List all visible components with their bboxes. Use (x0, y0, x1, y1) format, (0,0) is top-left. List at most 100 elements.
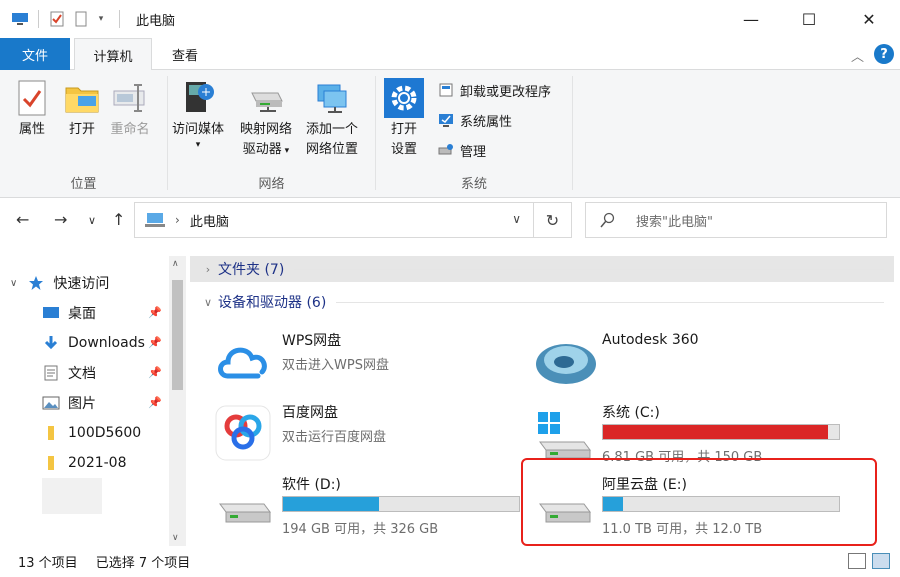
map-drive-label-1: 映射网络 (240, 122, 293, 137)
selected-count: 已选择 7 个项目 (95, 556, 191, 571)
blurred-item (42, 478, 102, 514)
system-properties-icon (436, 110, 456, 130)
tile-name: 软件 (D:) (282, 477, 341, 493)
tab-file[interactable]: 文件 (0, 38, 70, 70)
folder-icon (42, 455, 60, 471)
system-properties-button[interactable]: 系统属性 (436, 108, 512, 132)
maximize-button[interactable]: ☐ (780, 0, 838, 38)
add-location-label-2: 网络位置 (306, 142, 359, 157)
nav-item-label: 图片 (68, 396, 96, 412)
quick-access-dropdown-icon[interactable]: ▾ (91, 9, 111, 29)
address-dropdown-icon[interactable]: ∨ (512, 212, 521, 226)
properties-button[interactable]: 属性 (12, 76, 52, 140)
download-icon (42, 335, 60, 351)
document-icon (42, 365, 60, 381)
pin-icon[interactable]: 📌 (148, 336, 162, 349)
item-count: 13 个项目 (18, 556, 78, 571)
collapse-chevron-icon[interactable]: › (198, 263, 218, 276)
group-header-devices[interactable]: ∨ 设备和驱动器 (6) (190, 289, 894, 315)
map-drive-dropdown-icon: ▾ (281, 146, 290, 156)
address-bar[interactable]: › 此电脑 ∨ (134, 202, 534, 238)
system-drive-icon (534, 404, 592, 462)
tile-wps-drive[interactable]: WPS网盘 双击进入WPS网盘 (190, 326, 500, 396)
ribbon-separator-3 (572, 76, 573, 190)
details-view-icon[interactable] (848, 553, 866, 569)
nav-item-downloads[interactable]: Downloads (42, 328, 145, 358)
recent-locations-icon[interactable]: ∨ (88, 214, 96, 227)
network-location-icon (312, 76, 352, 120)
open-settings-button[interactable]: 打开 设置 (384, 76, 424, 160)
map-drive-icon (246, 76, 286, 120)
group-location-label: 位置 (70, 177, 97, 192)
tab-view[interactable]: 查看 (156, 38, 214, 70)
search-box[interactable]: 搜索"此电脑" (585, 202, 887, 238)
nav-item-label: 2021-08 (68, 455, 127, 471)
breadcrumb-path[interactable]: 此电脑 (190, 211, 229, 230)
tile-autodesk-360[interactable]: Autodesk 360 (510, 326, 820, 396)
new-folder-quick-icon[interactable] (71, 9, 91, 29)
nav-quick-access[interactable]: ∨ 快速访问 (10, 268, 109, 298)
back-arrow-icon[interactable]: ← (16, 210, 29, 229)
star-icon (27, 275, 45, 291)
tile-subtitle: 194 GB 可用，共 326 GB (282, 522, 439, 537)
tab-computer[interactable]: 计算机 (74, 38, 152, 71)
uninstall-button[interactable]: 卸载或更改程序 (436, 78, 551, 102)
pc-icon[interactable] (10, 9, 30, 29)
properties-quick-icon[interactable] (47, 9, 67, 29)
close-button[interactable]: ✕ (840, 0, 898, 38)
title-separator (38, 10, 39, 28)
nav-item-label: 100D5600 (68, 425, 142, 441)
nav-item-desktop[interactable]: 桌面 (42, 298, 96, 328)
tile-drive-d[interactable]: 软件 (D:) 194 GB 可用，共 326 GB (190, 470, 520, 540)
forward-arrow-icon[interactable]: → (54, 210, 67, 229)
pin-icon[interactable]: 📌 (148, 366, 162, 379)
tile-name: 系统 (C:) (602, 405, 660, 421)
rename-button[interactable]: 重命名 (110, 76, 150, 140)
manage-button[interactable]: 管理 (436, 138, 486, 162)
devices-group-label: 设备和驱动器 (6) (218, 295, 327, 311)
baidu-drive-icon (214, 404, 272, 462)
group-divider (294, 268, 884, 270)
map-drive-button[interactable]: 映射网络 驱动器 ▾ (240, 76, 292, 161)
tile-name: WPS网盘 (282, 333, 342, 349)
minimize-button[interactable]: — (722, 0, 780, 38)
group-header-folders[interactable]: › 文件夹 (7) (190, 256, 894, 282)
group-network: 访问媒体 ▾ 映射网络 驱动器 ▾ 添加一个 网络位置 网络 (168, 70, 375, 198)
open-label: 打开 (68, 122, 95, 137)
large-icons-view-icon[interactable] (872, 553, 890, 569)
address-pc-icon (145, 213, 165, 227)
scrollbar-thumb[interactable] (172, 280, 183, 390)
pin-icon[interactable]: 📌 (148, 306, 162, 319)
nav-item-folder[interactable]: 2021-08 (42, 448, 127, 478)
scroll-up-icon[interactable]: ∧ (172, 259, 179, 269)
ribbon-tabs: 文件 计算机 查看 ︿ ? (0, 38, 900, 71)
nav-item-documents[interactable]: 文档 (42, 358, 96, 388)
tile-baidu-drive[interactable]: 百度网盘 双击运行百度网盘 (190, 398, 500, 468)
nav-item-folder[interactable]: 100D5600 (42, 418, 141, 448)
drive-usage-fill (603, 425, 829, 439)
pin-icon[interactable]: 📌 (148, 396, 162, 409)
up-arrow-icon[interactable]: ↑ (112, 210, 125, 229)
collapse-ribbon-icon[interactable]: ︿ (851, 46, 864, 65)
refresh-icon[interactable]: ↻ (534, 202, 572, 238)
group-divider (336, 301, 884, 303)
breadcrumb-chevron-icon[interactable]: › (175, 213, 180, 227)
folder-icon (42, 425, 60, 441)
nav-item-pictures[interactable]: 图片 (42, 388, 96, 418)
view-switcher (848, 553, 890, 569)
tile-name: Autodesk 360 (602, 332, 699, 348)
scroll-down-icon[interactable]: ∨ (172, 533, 179, 543)
help-icon[interactable]: ? (874, 44, 894, 64)
open-button[interactable]: 打开 (62, 76, 102, 140)
open-settings-label-1: 打开 (390, 122, 417, 137)
ribbon: 属性 打开 重命名 位置 访问媒体 ▾ 映射网络 驱动器 ▾ 添加一个 网络位置… (0, 70, 900, 198)
map-drive-label-2: 驱动器 (242, 142, 282, 157)
nav-scrollbar[interactable]: ∧ ∨ (169, 256, 186, 546)
access-media-button[interactable]: 访问媒体 ▾ (172, 76, 224, 150)
uninstall-label: 卸载或更改程序 (460, 84, 552, 100)
drive-usage-bar (602, 424, 840, 440)
add-network-location-button[interactable]: 添加一个 网络位置 (306, 76, 358, 160)
expand-chevron-icon[interactable]: ∨ (198, 296, 218, 309)
search-placeholder: 搜索"此电脑" (636, 214, 713, 230)
expand-chevron-icon[interactable]: ∨ (10, 278, 17, 289)
